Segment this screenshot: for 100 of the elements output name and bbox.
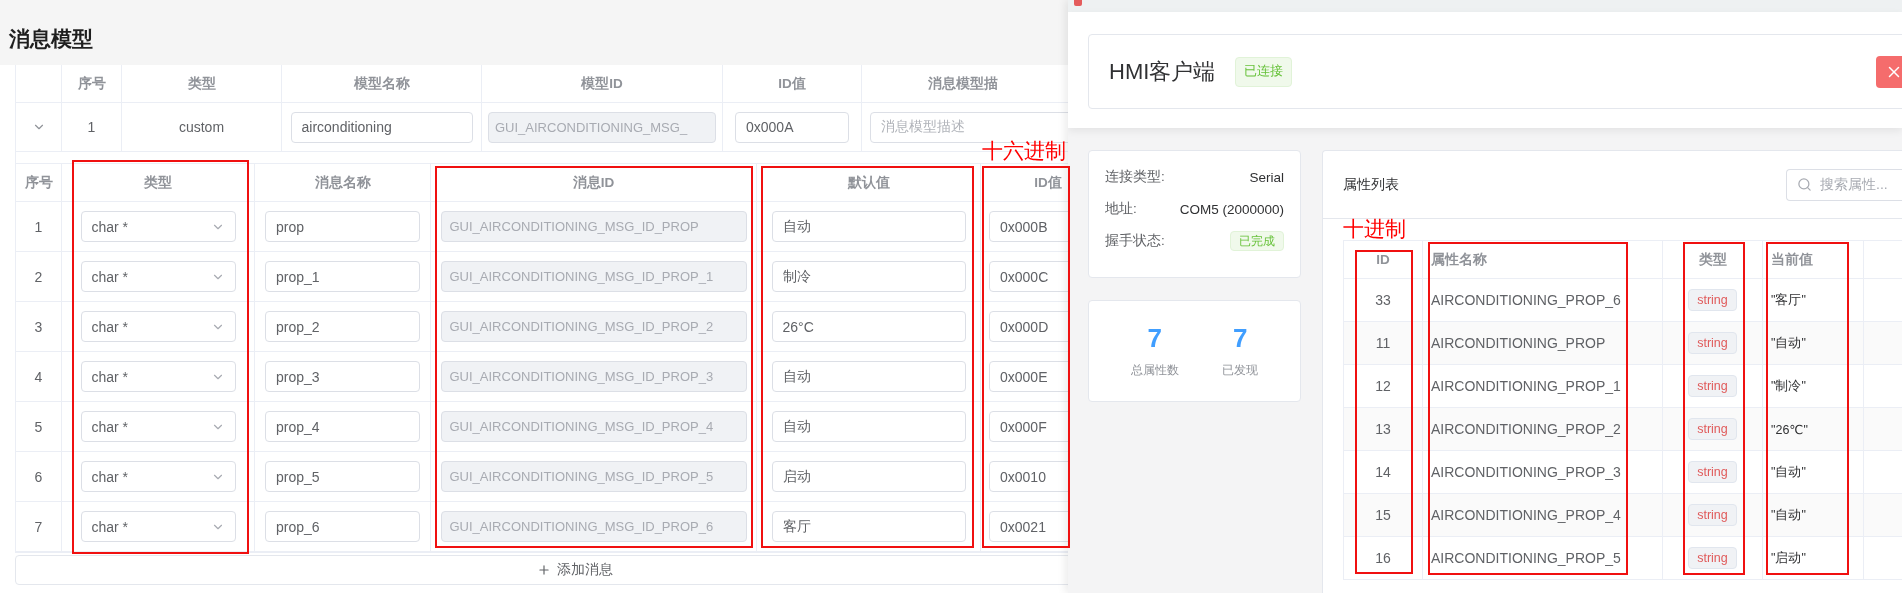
message-name-field[interactable]: prop_4: [265, 411, 420, 442]
current-value-cell: "自动": [1771, 506, 1806, 524]
stat-number: 7: [1233, 323, 1248, 354]
row-number: 3: [34, 318, 43, 335]
row-number: 2: [34, 268, 43, 285]
type-select[interactable]: char *: [80, 411, 236, 442]
row-number: 6: [34, 468, 43, 485]
id-value-field[interactable]: 0x000B: [989, 211, 1068, 242]
row-number: 1: [87, 119, 96, 135]
info-value: COM5 (2000000): [1179, 201, 1284, 217]
column-header: 属性名称: [1431, 250, 1487, 269]
model-name-field[interactable]: airconditioning: [290, 111, 473, 143]
default-value-field[interactable]: 26°C: [771, 311, 966, 342]
message-name-field[interactable]: prop_2: [265, 311, 420, 342]
message-name-field[interactable]: prop_1: [265, 261, 420, 292]
current-value-cell: "启动": [1771, 549, 1806, 567]
info-label: 连接类型:: [1105, 168, 1165, 186]
id-cell: 15: [1375, 507, 1391, 523]
info-value: Serial: [1249, 169, 1284, 185]
type-select[interactable]: char *: [80, 511, 236, 542]
column-header: 默认值: [847, 173, 890, 192]
property-name-cell: AIRCONDITIONING_PROP_4: [1431, 507, 1621, 523]
property-name-cell: AIRCONDITIONING_PROP: [1431, 335, 1606, 351]
property-name-cell: AIRCONDITIONING_PROP_3: [1431, 464, 1621, 480]
plus-icon: [537, 563, 551, 577]
default-value-field[interactable]: 制冷: [771, 261, 966, 292]
column-header: 序号: [77, 74, 106, 93]
type-select[interactable]: char *: [80, 461, 236, 492]
row-number: 7: [34, 518, 43, 535]
search-icon: [1797, 177, 1812, 192]
id-cell: 33: [1375, 292, 1391, 308]
current-value-cell: "客厅": [1771, 291, 1806, 309]
column-header: ID值: [778, 74, 806, 93]
property-name-cell: AIRCONDITIONING_PROP_2: [1431, 421, 1621, 437]
info-label: 地址:: [1105, 200, 1137, 218]
row-number: 5: [34, 418, 43, 435]
type-text: custom: [178, 119, 225, 135]
add-message-button[interactable]: 添加消息: [15, 555, 1068, 585]
info-label: 握手状态:: [1105, 232, 1165, 250]
id-value-field[interactable]: 0x000C: [989, 261, 1068, 292]
current-value-cell: "制冷": [1771, 377, 1806, 395]
message-name-field[interactable]: prop_3: [265, 361, 420, 392]
stat-number: 7: [1147, 323, 1162, 354]
stat-label: 总属性数: [1130, 362, 1179, 379]
annotation-text: 十六进制: [982, 141, 1066, 162]
id-value-field[interactable]: 0x000A: [735, 111, 849, 143]
id-cell: 14: [1375, 464, 1391, 480]
default-value-field[interactable]: 自动: [771, 361, 966, 392]
id-cell: 13: [1375, 421, 1391, 437]
app-icon: [1074, 0, 1082, 6]
type-tag: string: [1688, 418, 1737, 440]
id-value-field[interactable]: 0x0021: [989, 511, 1068, 542]
column-header: 类型: [1698, 250, 1727, 269]
column-header: 消息名称: [314, 173, 371, 192]
annotation-text: 十进制: [1343, 219, 1406, 240]
row-number: 1: [34, 218, 43, 235]
current-value-cell: "26℃": [1771, 421, 1808, 437]
id-cell: 12: [1375, 378, 1391, 394]
type-select[interactable]: char *: [80, 261, 236, 292]
current-value-cell: "自动": [1771, 463, 1806, 481]
column-header: 序号: [24, 173, 53, 192]
id-value-field[interactable]: 0x0010: [989, 461, 1068, 492]
type-select[interactable]: char *: [80, 361, 236, 392]
column-header: 消息模型描: [928, 74, 998, 93]
stat-label: 已发现: [1222, 362, 1259, 379]
status-tag: 已完成: [1230, 231, 1284, 251]
type-tag: string: [1688, 289, 1737, 311]
default-value-field[interactable]: 客厅: [771, 511, 966, 542]
type-tag: string: [1688, 461, 1737, 483]
type-select[interactable]: char *: [80, 311, 236, 342]
status-tag: 已连接: [1235, 56, 1293, 87]
id-value-field[interactable]: 0x000F: [989, 411, 1068, 442]
column-header: 类型: [187, 74, 216, 93]
row-number: 4: [34, 368, 43, 385]
default-value-field[interactable]: 自动: [771, 411, 966, 442]
message-name-field[interactable]: prop: [265, 211, 420, 242]
default-value-field[interactable]: 自动: [771, 211, 966, 242]
type-tag: string: [1688, 504, 1737, 526]
column-header: 模型名称: [353, 74, 410, 93]
type-tag: string: [1688, 547, 1737, 569]
column-header: 类型: [144, 173, 172, 192]
close-button[interactable]: [1876, 55, 1902, 88]
default-value-field[interactable]: 启动: [771, 461, 966, 492]
column-header: 消息ID: [572, 173, 615, 192]
column-header: 模型ID: [581, 74, 623, 93]
id-cell: 11: [1375, 335, 1391, 351]
current-value-cell: "自动": [1771, 334, 1806, 352]
column-header: ID值: [1034, 173, 1062, 192]
id-value-field[interactable]: 0x000E: [989, 361, 1068, 392]
type-tag: string: [1688, 375, 1737, 397]
client-title: HMI客户端: [1109, 57, 1216, 86]
column-header: ID: [1376, 252, 1390, 267]
property-name-cell: AIRCONDITIONING_PROP_6: [1431, 292, 1621, 308]
id-value-field[interactable]: 0x000D: [989, 311, 1068, 342]
property-name-cell: AIRCONDITIONING_PROP_5: [1431, 550, 1621, 566]
type-select[interactable]: char *: [80, 211, 236, 242]
message-name-field[interactable]: prop_5: [265, 461, 420, 492]
type-tag: string: [1688, 332, 1737, 354]
message-name-field[interactable]: prop_6: [265, 511, 420, 542]
id-cell: 16: [1375, 550, 1391, 566]
